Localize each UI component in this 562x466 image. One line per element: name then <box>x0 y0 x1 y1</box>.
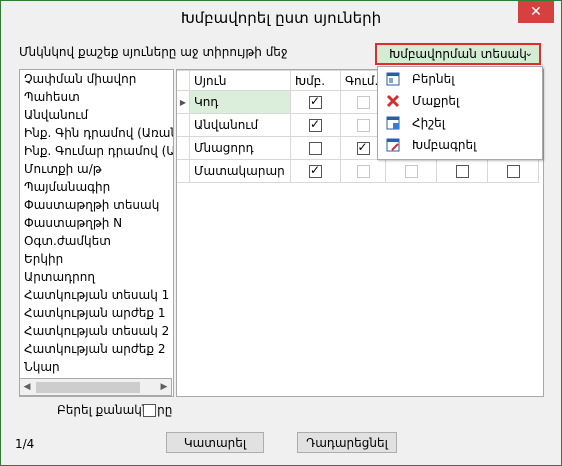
available-column-item[interactable]: Պայմանագիր <box>20 178 173 196</box>
menu-item-edit-label: Խմբագրել <box>412 138 477 152</box>
available-columns-list[interactable]: Չափման միավոր Պահեստ Անվանում Ինք. Գին դրամ… <box>19 69 174 397</box>
available-column-item[interactable]: Հատկության տեսակ 1 <box>20 286 173 304</box>
sum-checkbox <box>356 96 370 109</box>
scroll-right-icon[interactable]: ▶ <box>157 379 171 395</box>
menu-item-load-label: Բերնել <box>412 72 455 86</box>
sum-checkbox <box>356 165 370 178</box>
menu-item-edit[interactable]: Խմբագրել <box>378 134 542 156</box>
available-column-item[interactable]: Երկիր <box>20 250 173 268</box>
available-column-item[interactable]: Հատկության արժեք 1 <box>20 304 173 322</box>
menu-item-clear-label: Մաքրել <box>412 94 460 108</box>
available-column-item[interactable]: Ինք. Գումար դրամով (Առ <box>20 142 173 160</box>
grid-cell <box>290 90 341 114</box>
title-bar: Խմբավորել ըստ սյուների ✕ <box>1 1 561 34</box>
row-indicator: ▶ <box>177 90 190 114</box>
available-column-item[interactable]: Նկար <box>20 358 173 376</box>
grid-cell-column-name[interactable]: Մատակարար <box>189 159 291 183</box>
group-checkbox[interactable] <box>309 142 322 155</box>
cancel-button[interactable]: Դադարեցնել <box>297 432 397 453</box>
extra3-checkbox[interactable] <box>506 165 520 178</box>
grid-cell <box>385 159 437 183</box>
available-column-item[interactable]: Մուտքի ա/թ <box>20 160 173 178</box>
layout-icon <box>386 72 400 86</box>
dialog-title: Խմբավորել ըստ սյուների <box>180 9 382 27</box>
group-type-label: Խմբավորման տեսակ <box>389 47 527 61</box>
menu-item-clear[interactable]: Մաքրել <box>378 90 542 112</box>
menu-item-load[interactable]: Բերնել <box>378 68 542 90</box>
grid-cell-column-name[interactable]: Անվանում <box>189 113 291 137</box>
grid-cell <box>487 159 539 183</box>
available-column-item[interactable]: Չափման միավոր <box>20 70 173 88</box>
instruction-text: Մնկնկով քաշեք սյուները աջ տիրույթի մեջ <box>19 45 288 59</box>
grid-row[interactable]: Մատակարար <box>177 159 539 183</box>
extra2-checkbox[interactable] <box>455 165 469 178</box>
menu-item-save[interactable]: Հիշել <box>378 112 542 134</box>
grid-cell-column-name[interactable]: Կոդ <box>189 90 291 114</box>
available-column-item[interactable]: Արտադրող <box>20 268 173 286</box>
row-indicator-header <box>177 70 190 91</box>
available-column-item[interactable]: Օգտ.ժամկետ <box>20 232 173 250</box>
available-column-item[interactable]: Հատկության տեսակ 2 <box>20 322 173 340</box>
row-indicator <box>177 113 190 137</box>
grid-cell <box>290 136 341 160</box>
extra1-checkbox <box>404 165 418 178</box>
group-checkbox[interactable] <box>309 163 322 178</box>
grid-cell <box>340 159 386 183</box>
sum-checkbox <box>356 119 370 132</box>
available-column-item[interactable]: Պահեստ <box>20 88 173 106</box>
group-type-dropdown[interactable]: Խմբավորման տեսակ ⌄ <box>375 43 541 65</box>
available-column-item[interactable]: Փաստաթղթի N <box>20 214 173 232</box>
column-header-name: Սյուն <box>189 70 291 91</box>
available-column-item[interactable]: Փաստաթղթի տեսակ <box>20 196 173 214</box>
group-checkbox[interactable] <box>309 117 322 132</box>
grid-cell-column-name[interactable]: Մնացորդ <box>189 136 291 160</box>
list-horizontal-scrollbar[interactable]: ◀ ▶ <box>19 378 172 396</box>
row-indicator <box>177 136 190 160</box>
group-by-columns-dialog: Խմբավորել ըստ սյուների ✕ Մնկնկով քաշեք ս… <box>0 0 562 466</box>
red-x-icon <box>386 94 400 108</box>
available-column-item[interactable]: Ինք. Գին դրամով (Առանձ <box>20 124 173 142</box>
row-indicator <box>177 159 190 183</box>
grid-cell <box>290 113 341 137</box>
edit-grid-icon <box>386 138 400 152</box>
execute-button[interactable]: Կատարել <box>166 432 264 453</box>
page-indicator: 1/4 <box>15 437 35 451</box>
chevron-down-icon: ⌄ <box>524 48 533 59</box>
bring-quantities-checkbox[interactable] <box>143 404 156 417</box>
sum-checkbox[interactable] <box>356 140 370 155</box>
close-button[interactable]: ✕ <box>518 1 554 23</box>
column-header-group: Խմբ. <box>290 70 341 91</box>
grid-cell <box>436 159 488 183</box>
available-column-item[interactable]: Անվանում <box>20 106 173 124</box>
scroll-left-icon[interactable]: ◀ <box>20 379 34 395</box>
available-column-item[interactable]: Հատկության արժեք 2 <box>20 340 173 358</box>
menu-item-save-label: Հիշել <box>412 116 446 130</box>
group-type-menu: Բերնել Մաքրել Հիշել Խմբագրել <box>377 66 543 160</box>
save-grid-icon <box>386 116 400 130</box>
scrollbar-thumb[interactable] <box>36 382 140 393</box>
grid-cell <box>290 159 341 183</box>
group-checkbox[interactable] <box>309 94 322 109</box>
